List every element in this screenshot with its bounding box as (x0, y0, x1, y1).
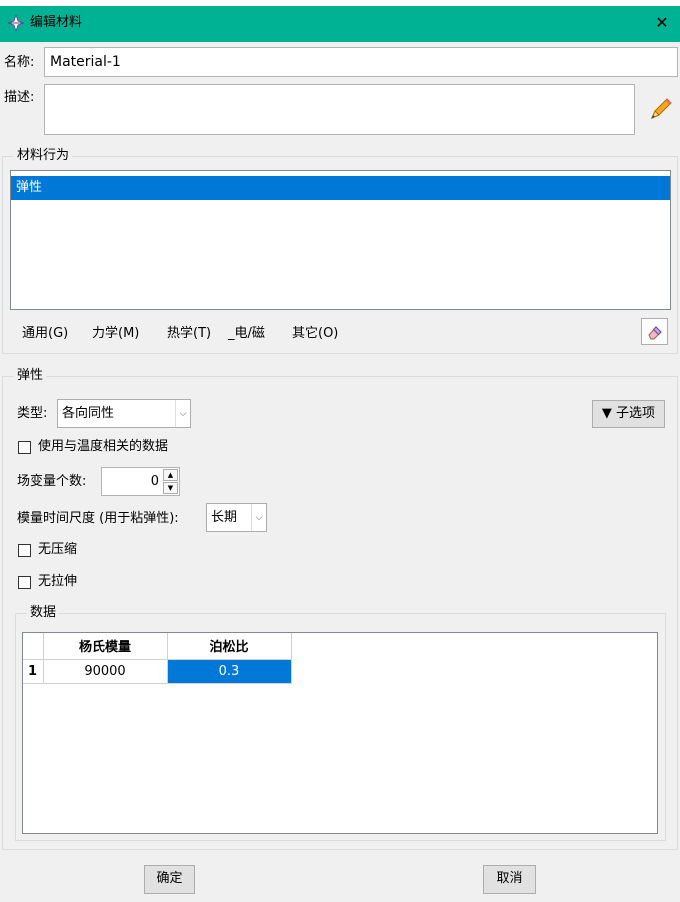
behavior-list[interactable]: 弹性 (10, 170, 671, 310)
ok-button[interactable]: 确定 (144, 865, 195, 894)
field-vars-spinner[interactable]: 0 ▲ ▼ (101, 467, 180, 496)
temp-dependent-label: 使用与温度相关的数据 (38, 439, 169, 454)
type-label: 类型: (17, 406, 48, 421)
temp-dependent-checkbox[interactable] (18, 441, 31, 454)
window-title: 编辑材料 (30, 15, 83, 30)
suboptions-button[interactable]: ▼ 子选项 (592, 400, 665, 428)
field-vars-label: 场变量个数: (17, 474, 87, 489)
menu-thermal[interactable]: 热学(T) (167, 325, 211, 343)
name-label: 名称: (4, 55, 35, 70)
menu-mechanical[interactable]: 力学(M) (92, 325, 139, 343)
menu-other[interactable]: 其它(O) (292, 325, 338, 343)
no-compression-checkbox[interactable] (18, 544, 31, 557)
chevron-down-icon: ⌵ (175, 400, 190, 427)
timescale-label: 模量时间尺度 (用于粘弹性): (17, 511, 179, 526)
spin-down-icon[interactable]: ▼ (163, 482, 178, 494)
type-select[interactable]: 各向同性 ⌵ (57, 399, 191, 428)
menu-electromagnetic[interactable]: _电/磁 (228, 325, 265, 343)
table-cell-youngs-modulus[interactable]: 90000 (43, 659, 168, 684)
column-header-poisson-ratio: 泊松比 (167, 633, 292, 660)
name-input[interactable]: Material-1 (44, 47, 678, 77)
table-header-row: 杨氏模量 泊松比 (23, 633, 292, 660)
menu-general[interactable]: 通用(G) (22, 325, 68, 343)
field-vars-value: 0 (150, 474, 159, 489)
delete-behavior-button[interactable] (641, 318, 668, 345)
no-compression-label: 无压缩 (38, 542, 78, 557)
no-tension-checkbox[interactable] (18, 576, 31, 589)
data-group-title: 数据 (27, 605, 60, 621)
spin-up-icon[interactable]: ▲ (163, 469, 178, 481)
eraser-icon (648, 326, 662, 340)
close-button[interactable]: ✕ (648, 10, 676, 36)
column-header-youngs-modulus: 杨氏模量 (43, 633, 168, 660)
chevron-down-icon: ⌵ (251, 504, 266, 531)
table-cell-poisson-ratio[interactable]: 0.3 (167, 659, 292, 684)
name-value: Material-1 (50, 54, 121, 70)
timescale-select[interactable]: 长期 ⌵ (206, 503, 267, 532)
row-index: 1 (23, 659, 44, 684)
data-table: 杨氏模量 泊松比 1 90000 0.3 (23, 633, 292, 684)
material-behaviors-title: 材料行为 (14, 148, 73, 164)
table-row[interactable]: 1 90000 0.3 (23, 659, 292, 684)
title-bar[interactable] (0, 6, 680, 42)
description-label: 描述: (4, 90, 35, 105)
list-item-elastic[interactable]: 弹性 (11, 176, 670, 200)
no-tension-label: 无拉伸 (38, 574, 78, 589)
row-index-header (23, 633, 44, 660)
cancel-button[interactable]: 取消 (483, 865, 536, 894)
description-input[interactable] (44, 84, 635, 135)
timescale-value: 长期 (211, 510, 238, 525)
type-value: 各向同性 (62, 406, 115, 421)
data-table-container[interactable]: 杨氏模量 泊松比 1 90000 0.3 (22, 632, 658, 834)
app-logo-icon (8, 15, 24, 31)
elastic-group-title: 弹性 (14, 368, 47, 384)
pencil-icon[interactable] (646, 96, 674, 124)
